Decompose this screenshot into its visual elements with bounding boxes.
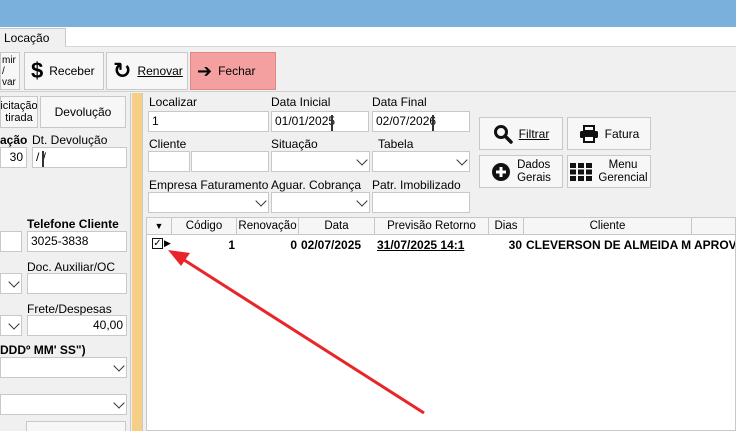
annotation-arrow bbox=[168, 250, 425, 415]
